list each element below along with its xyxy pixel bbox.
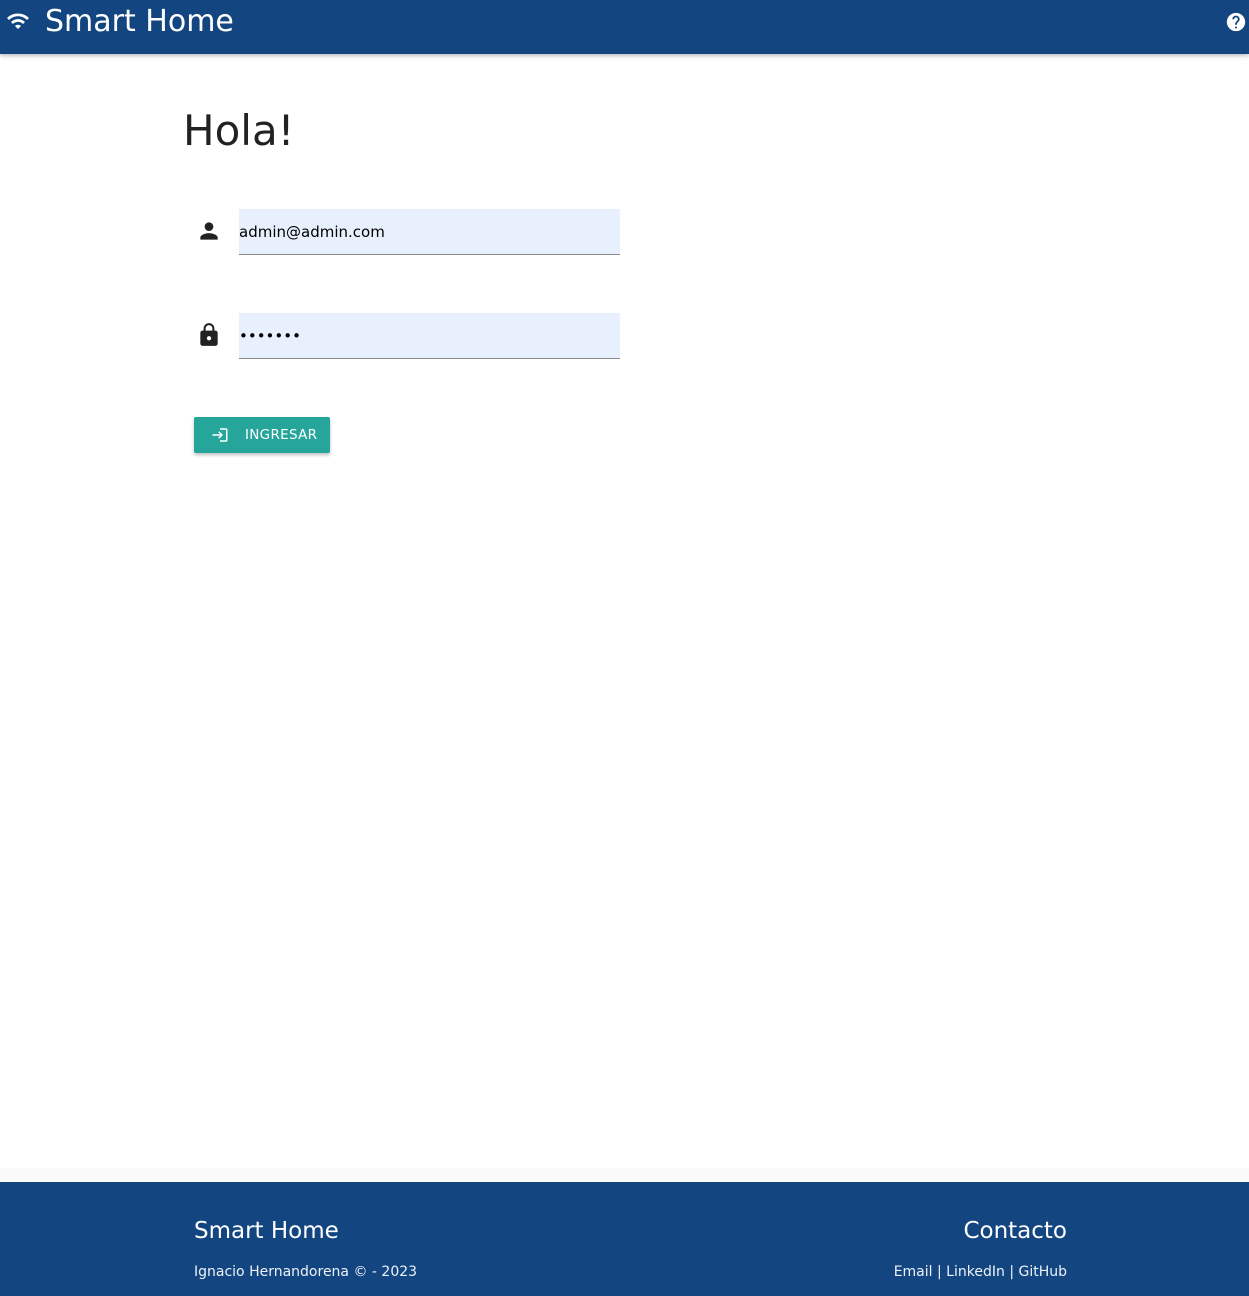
lock-icon — [200, 323, 218, 346]
footer-contact-links: Email | LinkedIn | GitHub — [894, 1262, 1067, 1282]
footer-contact-title: Contacto — [963, 1218, 1067, 1244]
login-button[interactable]: INGRESAR — [194, 417, 330, 453]
footer-copyright: Ignacio Hernandorena © - 2023 — [194, 1264, 418, 1280]
page-title: Hola! — [183, 106, 295, 155]
email-link[interactable]: Email — [894, 1264, 933, 1280]
email-field[interactable] — [239, 209, 620, 255]
login-icon — [212, 428, 228, 442]
help-circle-icon[interactable] — [1225, 11, 1247, 33]
email-field-row — [194, 209, 620, 255]
top-app-bar: Smart Home — [0, 0, 1249, 54]
footer-title: Smart Home — [194, 1218, 339, 1244]
linkedin-link[interactable]: LinkedIn — [946, 1264, 1005, 1280]
page-footer: Smart Home Ignacio Hernandorena © - 2023… — [0, 1182, 1249, 1296]
app-title[interactable]: Smart Home — [45, 2, 234, 42]
person-icon — [200, 222, 218, 240]
password-field[interactable] — [239, 313, 620, 359]
password-field-row — [194, 313, 620, 359]
wifi-icon — [7, 13, 29, 29]
footer-divider — [0, 1168, 1249, 1182]
link-separator: | — [1009, 1264, 1015, 1280]
login-button-label: INGRESAR — [245, 427, 318, 443]
github-link[interactable]: GitHub — [1018, 1264, 1067, 1280]
link-separator: | — [937, 1264, 942, 1280]
